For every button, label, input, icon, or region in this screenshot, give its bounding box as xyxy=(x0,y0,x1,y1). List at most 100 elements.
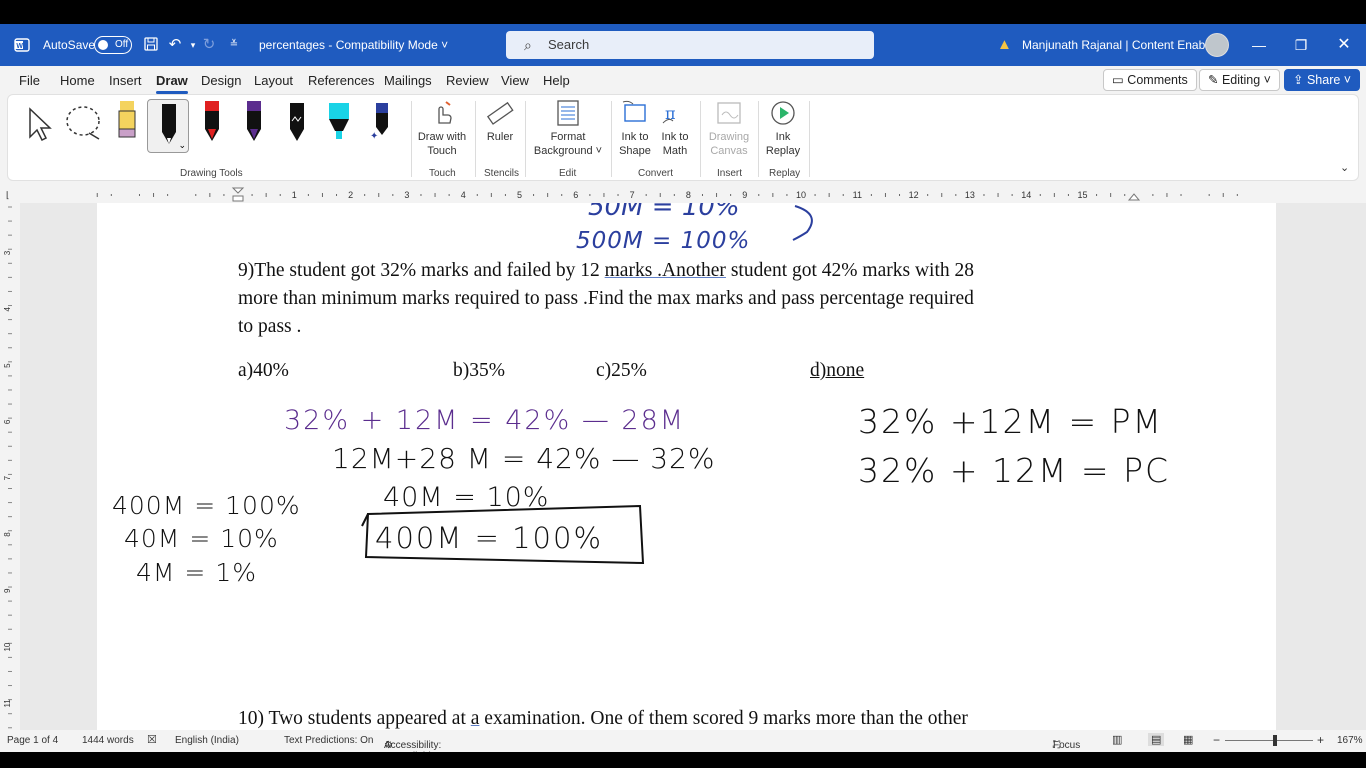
ruler-number: 11 xyxy=(853,190,862,200)
zoom-slider-thumb[interactable] xyxy=(1273,735,1277,746)
zoom-slider[interactable] xyxy=(1225,740,1313,741)
pen-galaxy-icon[interactable]: ✦ xyxy=(368,101,394,141)
separator xyxy=(411,101,412,177)
group-drawing-tools: Drawing Tools xyxy=(180,168,243,179)
ruler-number: 12 xyxy=(909,190,919,200)
tab-insert[interactable]: Insert xyxy=(109,73,142,88)
ruler-number: 8 xyxy=(686,190,691,200)
document-title[interactable]: percentages - Compatibility Mode ˅ xyxy=(259,38,448,52)
avatar[interactable] xyxy=(1205,33,1229,57)
proofing-icon[interactable]: ☒ xyxy=(147,733,157,746)
focus-label: Focus xyxy=(1053,740,1081,751)
svg-text:W: W xyxy=(16,43,23,50)
editing-button[interactable]: ✎ Editing ˅ xyxy=(1199,69,1280,91)
read-mode-icon[interactable]: ▥ xyxy=(1112,733,1122,746)
web-layout-icon[interactable]: ▦ xyxy=(1183,733,1193,746)
pen-black-selected[interactable]: ⌄ xyxy=(147,99,189,153)
pen-purple-icon[interactable] xyxy=(241,101,267,141)
replay-icon xyxy=(771,101,795,125)
share-button[interactable]: ⇪ Share ˅ xyxy=(1284,69,1361,91)
drawing-canvas-button: Drawing Canvas xyxy=(707,99,751,158)
ink-top-line-2: 500M = 100% xyxy=(576,228,750,254)
lasso-select-icon[interactable] xyxy=(63,101,107,141)
highlighter-yellow-icon[interactable] xyxy=(114,101,140,141)
search-box[interactable]: ⌕ Search xyxy=(506,31,874,59)
tab-mailings[interactable]: Mailings xyxy=(384,73,432,88)
ruler-icon xyxy=(486,101,514,125)
comment-icon: ▭ xyxy=(1112,73,1124,87)
close-icon[interactable]: ✕ xyxy=(1333,34,1355,56)
ruler-number: 7 xyxy=(630,190,635,200)
drawing-canvas-label: Drawing Canvas xyxy=(708,131,750,157)
ink-replay-button[interactable]: Ink Replay xyxy=(763,99,803,158)
draw-with-touch-label: Draw with Touch xyxy=(417,131,467,157)
tab-selector-icon[interactable]: ⌊ xyxy=(6,190,10,200)
page-count[interactable]: Page 1 of 4 xyxy=(7,735,58,746)
ink-purple-equation: 32% + 12M = 42% — 28M xyxy=(284,405,685,436)
group-edit: Edit xyxy=(559,168,577,179)
separator xyxy=(525,101,526,177)
ink-equation-1: 12M+28 M = 42% — 32% xyxy=(332,442,715,475)
separator xyxy=(809,101,810,177)
tab-draw[interactable]: Draw xyxy=(156,73,188,94)
zoom-level[interactable]: 167% xyxy=(1337,735,1363,746)
tab-help[interactable]: Help xyxy=(543,73,570,88)
save-icon[interactable] xyxy=(142,36,160,54)
format-background-label: Format Background xyxy=(533,131,593,157)
tab-view[interactable]: View xyxy=(501,73,529,88)
zoom-in-icon[interactable]: + xyxy=(1317,733,1324,747)
word-app-icon: W xyxy=(14,38,30,52)
tab-design[interactable]: Design xyxy=(201,73,241,88)
ink-equation-2: 40M = 10% xyxy=(383,482,549,513)
ink-to-math-button[interactable]: π Ink to Math xyxy=(657,99,693,158)
comments-button[interactable]: ▭ Comments xyxy=(1103,69,1197,91)
minimize-icon[interactable]: — xyxy=(1248,34,1270,56)
tab-references[interactable]: References xyxy=(308,73,374,88)
chevron-down-icon[interactable]: ⌄ xyxy=(178,140,186,151)
ink-boxed-answer: 400M = 100% xyxy=(375,521,603,555)
ink-layer[interactable]: 50M = 10% 500M = 100% 32% + 12M = 42% — … xyxy=(0,203,1338,730)
format-background-button[interactable]: Format Background ˅ xyxy=(531,99,605,158)
ink-left-line-1: 400M = 100% xyxy=(112,491,301,520)
word-count[interactable]: 1444 words xyxy=(82,735,134,746)
separator xyxy=(758,101,759,177)
draw-with-touch-button[interactable]: Draw with Touch xyxy=(416,99,468,158)
horizontal-ruler[interactable]: 1 2 3 4 5 6 7 8 9 10 11 12 13 14 15 ⌊ xyxy=(0,186,1366,203)
pen-black-icon[interactable] xyxy=(284,101,310,141)
text-predictions[interactable]: Text Predictions: On xyxy=(284,735,373,746)
collapse-ribbon-icon[interactable]: ⌄ xyxy=(1340,161,1349,174)
restore-icon[interactable]: ❐ xyxy=(1290,34,1312,56)
ribbon-draw: ⌄ ✦ Drawing Tools Draw with Touch Touch … xyxy=(7,94,1359,181)
word-window: W AutoSave Off ↶ ▾ ↻ ≚ percentages - Com… xyxy=(0,0,1366,768)
search-icon: ⌕ xyxy=(524,37,532,53)
select-arrow-icon[interactable] xyxy=(24,101,54,141)
editing-label: Editing xyxy=(1221,73,1261,87)
language[interactable]: English (India) xyxy=(175,735,239,746)
zoom-out-icon[interactable]: − xyxy=(1213,733,1220,747)
redo-icon[interactable]: ↻ xyxy=(200,36,218,54)
autosave-toggle[interactable]: Off xyxy=(94,36,132,54)
status-bar: Page 1 of 4 1444 words ☒ English (India)… xyxy=(0,730,1366,762)
highlighter-cyan-icon[interactable] xyxy=(326,101,352,141)
pen-red-icon[interactable] xyxy=(199,101,225,141)
undo-icon[interactable]: ↶ xyxy=(166,36,184,54)
group-stencils: Stencils xyxy=(484,168,520,179)
ruler-button[interactable]: Ruler xyxy=(482,99,518,144)
ink-bracket xyxy=(792,205,813,241)
vertical-scrollbar[interactable] xyxy=(1338,203,1366,730)
warning-icon[interactable]: ▲ xyxy=(997,36,1012,53)
ink-to-shape-label: Ink to Shape xyxy=(619,131,651,157)
user-name[interactable]: Manjunath Rajanal | Content Enablers xyxy=(1022,38,1225,52)
share-label: Share xyxy=(1306,73,1341,87)
ink-to-shape-button[interactable]: Ink to Shape xyxy=(617,99,653,158)
tab-file[interactable]: File xyxy=(19,73,40,88)
tab-review[interactable]: Review xyxy=(446,73,489,88)
print-layout-icon[interactable]: ▤ xyxy=(1148,733,1165,746)
ruler-number: 2 xyxy=(348,190,353,200)
autosave-state: Off xyxy=(115,39,129,50)
tab-layout[interactable]: Layout xyxy=(254,73,293,88)
tab-home[interactable]: Home xyxy=(60,73,95,88)
ruler-ticks: 1 2 3 4 5 6 7 8 9 10 11 12 13 14 15⌊ xyxy=(6,187,1276,202)
ink-right-line-2: 32% + 12M = PC xyxy=(858,451,1170,490)
customize-toolbar-icon[interactable]: ≚ xyxy=(225,36,243,54)
